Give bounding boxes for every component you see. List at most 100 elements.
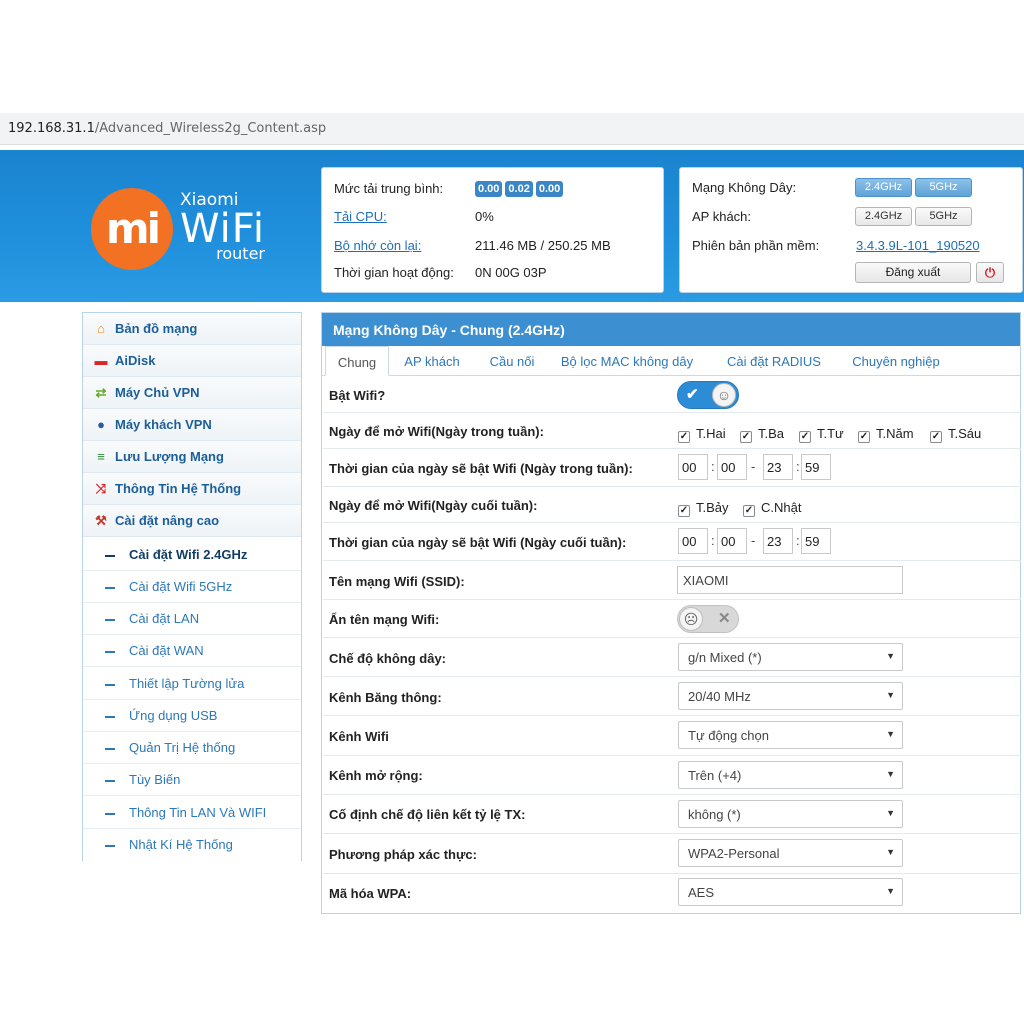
- wireless-24-button[interactable]: 2.4GHz: [855, 178, 912, 197]
- sidebar-item-vpn-server[interactable]: ⇄ Máy Chủ VPN: [83, 377, 301, 409]
- wireless-mode-select[interactable]: g/n Mixed (*) ▼: [678, 643, 903, 671]
- weekday-start-minute[interactable]: 00: [717, 454, 747, 480]
- weekday-start-hour[interactable]: 00: [678, 454, 708, 480]
- check-icon: ✔: [686, 386, 699, 403]
- checkbox-icon: ✓: [743, 505, 755, 517]
- sidebar-sub-system-log[interactable]: Nhật Kí Hệ Thống: [83, 829, 301, 861]
- tab-radius[interactable]: Cài đặt RADIUS: [714, 346, 834, 376]
- sidebar-sub-wan[interactable]: Cài đặt WAN: [83, 635, 301, 667]
- sidebar-sub-firewall[interactable]: Thiết lập Tường lửa: [83, 668, 301, 700]
- row-weekend-time: Thời gian của ngày sẽ bật Wifi (Ngày cuố…: [323, 523, 1021, 561]
- row-weekend: Ngày để mở Wifi(Ngày cuối tuần): ✓ T.Bảy …: [323, 487, 1021, 523]
- bandwidth-select[interactable]: 20/40 MHz ▼: [678, 682, 903, 710]
- auth-method-select[interactable]: WPA2-Personal ▼: [678, 839, 903, 867]
- dash-icon: [105, 844, 115, 847]
- weekday-end-hour[interactable]: 23: [763, 454, 793, 480]
- time-colon: :: [711, 459, 715, 474]
- channel-label: Kênh Wifi: [329, 729, 389, 744]
- sidebar-item-label: AiDisk: [115, 353, 156, 368]
- weekend-end-minute[interactable]: 59: [801, 528, 831, 554]
- sidebar-sub-admin[interactable]: Quản Trị Hệ thống: [83, 732, 301, 764]
- checkbox-mon[interactable]: ✓ T.Hai: [678, 426, 726, 443]
- chevron-down-icon: ▼: [886, 690, 895, 700]
- sidebar-item-network-map[interactable]: ⌂ Bản đồ mạng: [83, 313, 301, 345]
- ssid-input[interactable]: XIAOMI: [677, 566, 903, 594]
- sidebar-item-system-info[interactable]: ⤨ Thông Tin Hệ Thống: [83, 473, 301, 505]
- checkbox-label: T.Bảy: [696, 500, 729, 515]
- sidebar-item-label: Thông Tin Hệ Thống: [115, 481, 242, 496]
- weekend-start-hour[interactable]: 00: [678, 528, 708, 554]
- tab-general[interactable]: Chung: [325, 346, 389, 376]
- enable-wifi-label: Bật Wifi?: [329, 388, 386, 403]
- ext-channel-select[interactable]: Trên (+4) ▼: [678, 761, 903, 789]
- sidebar-sub-label: Cài đặt WAN: [129, 643, 204, 658]
- dash-icon: [105, 554, 115, 557]
- select-value: WPA2-Personal: [688, 846, 780, 861]
- checkbox-tue[interactable]: ✓ T.Ba: [740, 426, 784, 443]
- tx-rate-select[interactable]: không (*) ▼: [678, 800, 903, 828]
- memory-value: 211.46 MB / 250.25 MB: [475, 238, 611, 253]
- guest-24-button[interactable]: 2.4GHz: [855, 207, 912, 226]
- tab-professional[interactable]: Chuyên nghiệp: [844, 346, 948, 376]
- time-colon: :: [711, 533, 715, 548]
- row-wireless-mode: Chế độ không dây: g/n Mixed (*) ▼: [323, 638, 1021, 677]
- sidebar-sub-wifi-24[interactable]: Cài đặt Wifi 2.4GHz: [83, 539, 301, 571]
- ext-channel-label: Kênh mở rộng:: [329, 768, 423, 783]
- cpu-value: 0%: [475, 209, 494, 224]
- wpa-encryption-select[interactable]: AES ▼: [678, 878, 903, 906]
- select-value: 20/40 MHz: [688, 689, 751, 704]
- sidebar-item-aidisk[interactable]: ▬ AiDisk: [83, 345, 301, 377]
- checkbox-sat[interactable]: ✓ T.Bảy: [678, 500, 729, 517]
- sidebar-sub-usb[interactable]: Ứng dụng USB: [83, 700, 301, 732]
- checkbox-label: T.Hai: [696, 426, 726, 441]
- cpu-link[interactable]: Tải CPU:: [334, 209, 387, 224]
- sidebar-item-label: Máy khách VPN: [115, 417, 212, 432]
- wireless-5-button[interactable]: 5GHz: [915, 178, 972, 197]
- enable-wifi-toggle[interactable]: ✔ ☺: [677, 381, 739, 409]
- sidebar-item-vpn-client[interactable]: ● Máy khách VPN: [83, 409, 301, 441]
- weekday-end-minute[interactable]: 59: [801, 454, 831, 480]
- dash-icon: [105, 812, 115, 815]
- channel-select[interactable]: Tự động chọn ▼: [678, 721, 903, 749]
- checkbox-icon: ✓: [930, 431, 942, 443]
- tab-mac-filter[interactable]: Bộ lọc MAC không dây: [554, 346, 700, 376]
- sidebar-item-advanced[interactable]: ⚒ Cài đặt nâng cao: [83, 505, 301, 537]
- sidebar-sub-label: Cài đặt LAN: [129, 611, 200, 626]
- sidebar-sub-wifi-5[interactable]: Cài đặt Wifi 5GHz: [83, 571, 301, 603]
- checkbox-icon: ✓: [858, 431, 870, 443]
- tab-bridge[interactable]: Cầu nối: [478, 346, 546, 376]
- address-bar[interactable]: 192.168.31.1/Advanced_Wireless2g_Content…: [0, 113, 1024, 145]
- time-dash: -: [751, 459, 756, 474]
- sidebar-sub-customize[interactable]: Tùy Biến: [83, 764, 301, 796]
- url-path: /Advanced_Wireless2g_Content.asp: [94, 121, 327, 136]
- guest-5-button[interactable]: 5GHz: [915, 207, 972, 226]
- select-value: Tự động chọn: [688, 728, 769, 743]
- logout-button[interactable]: Đăng xuất: [855, 262, 971, 283]
- checkbox-wed[interactable]: ✓ T.Tư: [799, 426, 844, 443]
- checkbox-icon: ✓: [678, 505, 690, 517]
- avg-load-2: 0.02: [505, 181, 533, 197]
- checkbox-thu[interactable]: ✓ T.Năm: [858, 426, 914, 443]
- row-hide-ssid: Ẩn tên mạng Wifi: ☹ ✕: [323, 600, 1021, 638]
- weekend-label: Ngày để mở Wifi(Ngày cuối tuần):: [329, 498, 538, 513]
- sidebar-sub-lan[interactable]: Cài đặt LAN: [83, 603, 301, 635]
- tab-guest-ap[interactable]: AP khách: [394, 346, 470, 376]
- firmware-link[interactable]: 3.4.3.9L-101_190520: [856, 238, 980, 253]
- home-icon: ⌂: [97, 321, 105, 336]
- power-icon[interactable]: ⏻: [976, 262, 1004, 283]
- checkbox-fri[interactable]: ✓ T.Sáu: [930, 426, 981, 443]
- select-value: Trên (+4): [688, 768, 742, 783]
- row-auth-method: Phương pháp xác thực: WPA2-Personal ▼: [323, 834, 1021, 874]
- weekend-start-minute[interactable]: 00: [717, 528, 747, 554]
- memory-link[interactable]: Bộ nhớ còn lại:: [334, 238, 421, 253]
- logo-text: Xiaomi WiFi router: [180, 190, 265, 263]
- sidebar-sub-label: Nhật Kí Hệ Thống: [129, 837, 233, 852]
- vpn-server-icon: ⇄: [95, 385, 107, 400]
- hide-ssid-toggle[interactable]: ☹ ✕: [677, 605, 739, 633]
- dash-icon: [105, 586, 115, 589]
- sidebar-sub-lan-wifi-info[interactable]: Thông Tin LAN Và WIFI: [83, 797, 301, 829]
- checkbox-sun[interactable]: ✓ C.Nhật: [743, 500, 801, 517]
- weekend-end-hour[interactable]: 23: [763, 528, 793, 554]
- uptime-label: Thời gian hoạt động:: [334, 265, 454, 280]
- sidebar-item-traffic[interactable]: ≡ Lưu Lượng Mạng: [83, 441, 301, 473]
